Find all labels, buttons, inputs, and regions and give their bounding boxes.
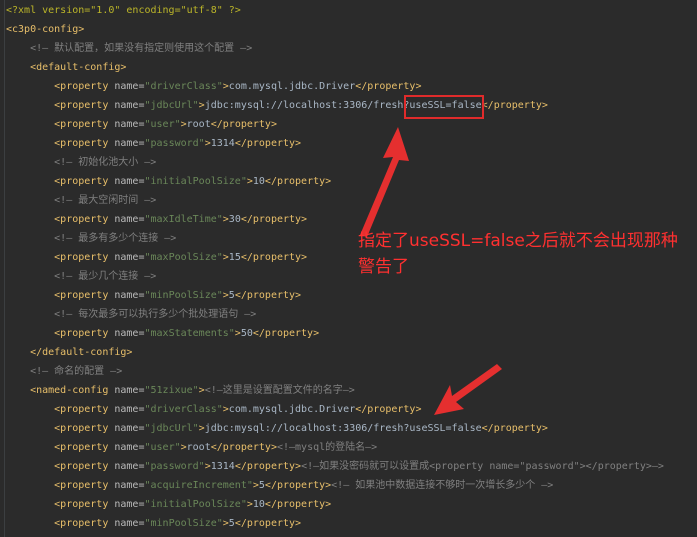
- arrow-up-icon: [360, 127, 409, 237]
- annotation-text: 指定了useSSL=false之后就不会出现那种警告了: [358, 231, 678, 277]
- arrow-down-left-icon: [434, 364, 502, 415]
